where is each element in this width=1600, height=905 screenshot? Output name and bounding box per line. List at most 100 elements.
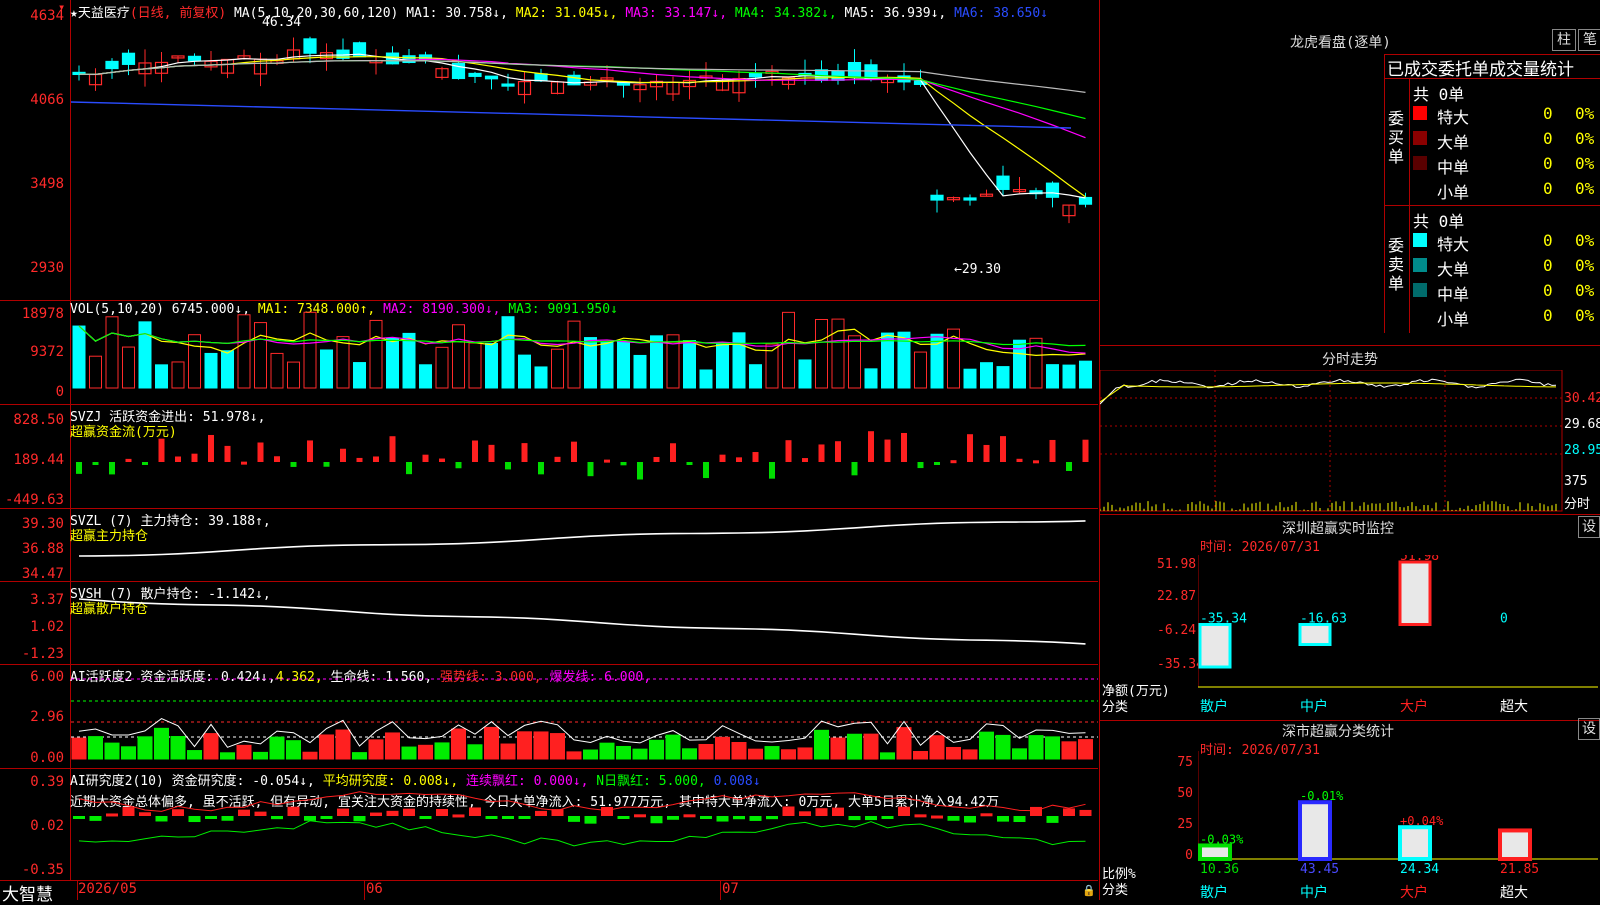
activity-bar (1045, 736, 1060, 760)
fund-flow-bar (934, 462, 940, 465)
fund-flow-bar (1049, 439, 1056, 462)
legend-swatch (1413, 258, 1427, 272)
volume-bar (72, 325, 86, 389)
activity-bar (286, 740, 301, 760)
fund-flow-bar (1033, 460, 1039, 464)
volume-bar (1013, 339, 1026, 389)
volume-bar (419, 364, 432, 389)
sz-monitor-category: 大户 (1400, 698, 1428, 715)
activity-bar (484, 726, 499, 760)
menu-arrow-icon[interactable]: ▾ (58, 0, 65, 14)
intraday-chart[interactable] (1100, 370, 1563, 512)
lhb-title: 龙虎看盘(逐单) (1290, 35, 1391, 51)
sell-total: 共 0单 (1413, 212, 1465, 231)
sz-monitor-settings-button[interactable]: 设 (1578, 516, 1600, 538)
research-bar (832, 807, 844, 816)
fund-flow-bar (373, 456, 379, 462)
ma5-line (78, 59, 1086, 93)
volume-bar (155, 364, 168, 389)
sz-classify-settings-button[interactable]: 设 (1578, 718, 1600, 740)
svsh-y-label: 3.37 (30, 592, 64, 608)
volume-chart[interactable] (71, 300, 1098, 404)
ai-research-chart[interactable] (71, 768, 1098, 880)
research-bar (584, 816, 597, 824)
ai-activity-panel[interactable]: 6.00 2.96 0.00 AI活跃度2 资金活跃度: 0.424↓,4.36… (0, 664, 1098, 769)
activity-bar (368, 739, 384, 760)
app-logo[interactable]: 大智慧 (2, 880, 53, 905)
main-holdings-chart[interactable] (71, 508, 1098, 581)
sz-monitor-panel: 深圳超赢实时监控 设 时间: 2026/07/31 51.98 22.87 -6… (1099, 515, 1600, 721)
volume-bar (369, 319, 383, 389)
fund-flow-bar (884, 439, 891, 462)
legend-swatch (1413, 156, 1427, 170)
activity-bar (1012, 748, 1027, 760)
price-panel[interactable]: 4634 4066 3498 2930 ▾ ★天益医疗(日线, 前复权) MA(… (0, 0, 1098, 301)
tick-mode-button[interactable]: 笔 (1578, 29, 1600, 51)
candle-body (484, 75, 499, 80)
fund-flow-bar (950, 460, 957, 464)
activity-bar (731, 742, 747, 760)
volume-bar (567, 320, 581, 389)
activity-bar (995, 734, 1011, 760)
activity-bar (352, 752, 367, 760)
volume-bar (303, 311, 317, 389)
volume-panel[interactable]: 18978 9372 0 VOL(5,10,20) 6745.000↓, MA1… (0, 300, 1098, 405)
fund-flow-chart[interactable] (71, 404, 1098, 508)
svzl-panel[interactable]: 39.30 36.88 34.47 SVZL (7) 主力持仓: 39.188↑… (0, 508, 1098, 582)
fund-flow-bar (554, 456, 561, 462)
research-bar (947, 816, 960, 821)
buy-row-label: 大单 (1437, 133, 1470, 152)
ai-research-panel[interactable]: 0.39 0.02 -0.35 AI研究度2(10) 资金研究度: -0.054… (0, 768, 1098, 881)
intraday-panel[interactable]: 分时走势 30.42 29.68 28.95 375 分时 (1099, 346, 1600, 515)
intraday-avg-line (1100, 382, 1556, 403)
bar-mode-button[interactable]: 柱 (1552, 29, 1576, 51)
fund-flow-bar (241, 461, 247, 465)
szc-value: 21.85 (1500, 862, 1539, 877)
sell-row-pct: 0% (1575, 281, 1595, 300)
candlestick-chart[interactable] (71, 0, 1098, 300)
fund-flow-bar (587, 462, 594, 477)
volume-bar (287, 361, 300, 389)
fund-flow-bar (967, 434, 973, 462)
research-bar (1079, 809, 1092, 816)
activity-bar (517, 731, 532, 760)
volume-bar (914, 351, 927, 389)
research-bar (799, 811, 811, 816)
activity-bar (236, 744, 252, 760)
fund-flow-bar (571, 441, 577, 462)
lhb-tabs[interactable]: 已成交委托单成交量统计 (1384, 54, 1600, 80)
research-bar (749, 816, 762, 821)
volume-bar (320, 349, 333, 389)
research-bar (964, 816, 976, 823)
retail-holdings-chart[interactable] (71, 581, 1098, 664)
sz-classify-chart[interactable]: -0.03% 10.36 散户 -0.01% 43.45 中户 +0.04% 24.34 大户 2… (1198, 751, 1600, 900)
szc-bar (1498, 828, 1532, 861)
volume-bar (732, 332, 746, 389)
volume-bar (633, 354, 647, 389)
vol-y-label: 9372 (30, 344, 64, 360)
research-bar (716, 816, 729, 822)
fund-flow-bar (752, 452, 759, 462)
candle-body (303, 38, 317, 54)
volume-bar (402, 332, 416, 389)
research-bar (238, 809, 250, 816)
volume-bar (683, 340, 696, 389)
research-bar (535, 810, 547, 816)
ai-activity-chart[interactable] (71, 664, 1098, 768)
fund-flow-bar (637, 462, 643, 480)
buy-row-label: 小单 (1437, 183, 1470, 202)
svsh-panel[interactable]: 3.37 1.02 -1.23 SVSH (7) 散户持仓: -1.142↓, … (0, 581, 1098, 665)
svsh-y-axis: 3.37 1.02 -1.23 (0, 581, 71, 664)
volume-bar (716, 341, 729, 389)
sell-row-pct: 0% (1575, 231, 1595, 250)
fund-flow-bar (175, 456, 181, 462)
research-bar (254, 811, 267, 816)
fund-flow-bar (290, 462, 297, 467)
volume-bar (138, 321, 152, 389)
lock-icon[interactable]: 🔒 (1082, 884, 1096, 897)
candle-body (748, 73, 763, 78)
svzj-panel[interactable]: 828.50 189.44 -449.63 SVZJ 活跃资金进出: 51.97… (0, 404, 1098, 509)
activity-bar (187, 750, 202, 760)
sz-monitor-chart[interactable]: -35.34 散户 -16.63 中户 51.98 大户 0 超大 (1198, 555, 1600, 717)
research-red-line (78, 791, 1086, 812)
